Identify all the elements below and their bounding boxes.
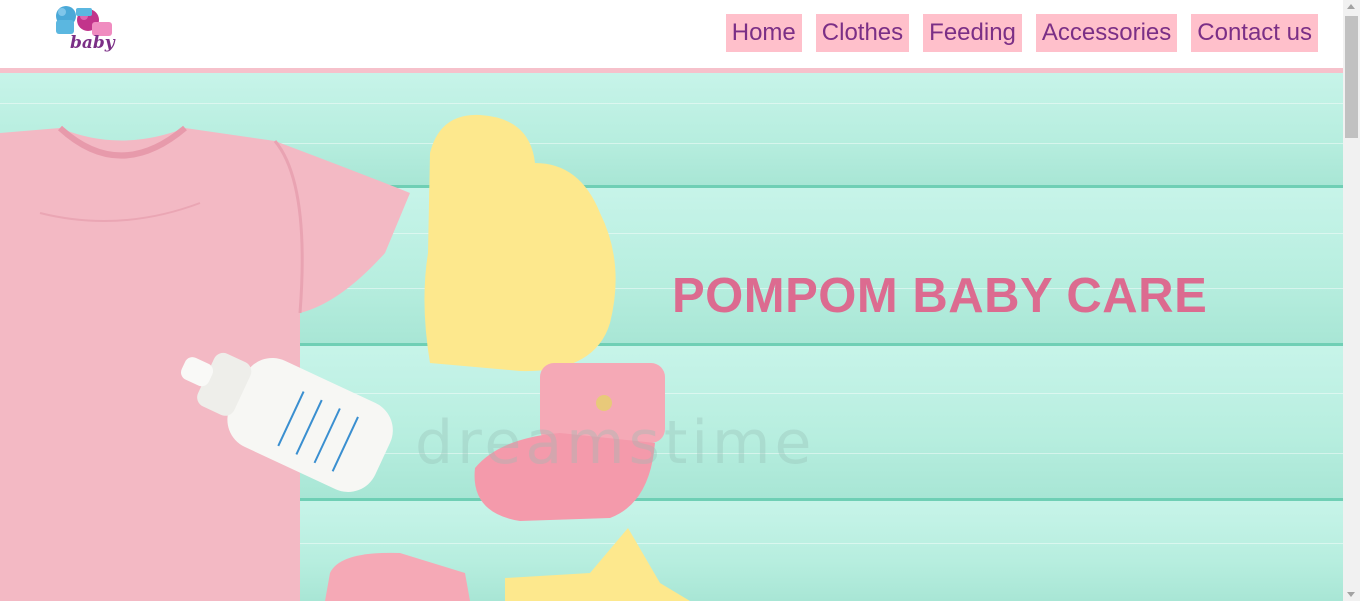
page: baby Home Clothes Feeding Accessories Co… [0, 0, 1343, 601]
yellow-star-image [505, 528, 690, 601]
pink-bootie-image [325, 552, 470, 601]
hero-title: POMPOM BABY CARE [672, 269, 1208, 323]
main-nav: Home Clothes Feeding Accessories Contact… [725, 14, 1318, 52]
nav-item-home[interactable]: Home [725, 14, 802, 52]
logo-text: baby [70, 33, 115, 53]
hero-banner: dreamstime POMPOM BABY CARE [0, 73, 1343, 601]
nav-item-contact-us[interactable]: Contact us [1191, 14, 1318, 52]
scroll-up-icon[interactable] [1347, 4, 1355, 9]
nav-item-feeding[interactable]: Feeding [923, 14, 1022, 52]
site-header: baby Home Clothes Feeding Accessories Co… [0, 0, 1343, 68]
hero-illustration [0, 114, 690, 601]
stock-watermark: dreamstime [415, 408, 816, 478]
yellow-cloud-image [424, 114, 616, 372]
page-scrollbar[interactable] [1343, 0, 1360, 601]
scroll-down-icon[interactable] [1347, 592, 1355, 597]
scroll-thumb[interactable] [1345, 16, 1358, 138]
nav-item-clothes[interactable]: Clothes [815, 14, 910, 52]
nav-item-accessories[interactable]: Accessories [1035, 14, 1178, 52]
